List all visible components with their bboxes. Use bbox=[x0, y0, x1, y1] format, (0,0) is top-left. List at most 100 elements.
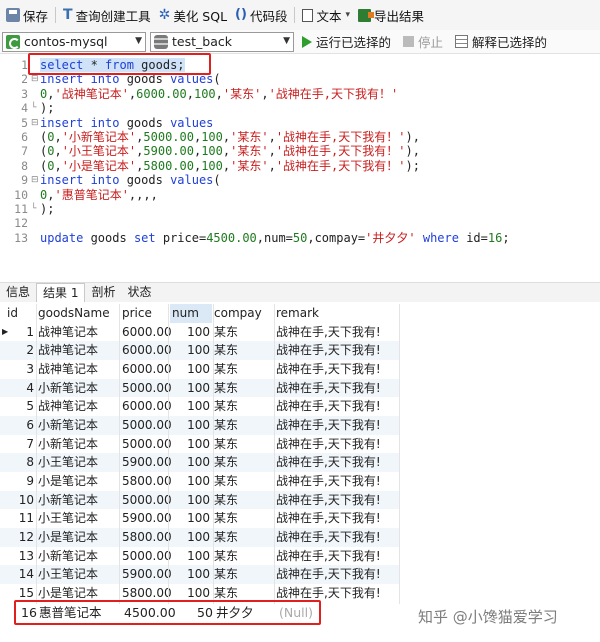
column-header-compay[interactable]: compay bbox=[214, 304, 262, 323]
code-line[interactable]: (0,'小是笔记本',5800.00,100,'某东','战神在手,天下我有！'… bbox=[40, 159, 420, 173]
cell-id: 12 bbox=[0, 528, 34, 547]
code-line[interactable]: 0,'战神笔记本',6000.00,100,'某东','战神在手,天下我有！' bbox=[40, 87, 398, 101]
code-snippet-button[interactable]: () 代码段 bbox=[231, 3, 291, 27]
cell-goodsname: 小新笔记本 bbox=[38, 435, 98, 454]
sql-token: ,num= bbox=[257, 231, 293, 245]
code-line[interactable]: 0,'惠普笔记本',,,, bbox=[40, 188, 158, 202]
line-number: 13 bbox=[0, 231, 28, 245]
table-row[interactable]: 10小新笔记本5000.00100某东战神在手,天下我有! bbox=[0, 491, 400, 510]
cell-compay: 某东 bbox=[214, 453, 238, 472]
line-number: 2 bbox=[0, 72, 28, 86]
run-selected-button[interactable]: 运行已选择的 bbox=[298, 32, 395, 51]
cell-compay: 某东 bbox=[214, 416, 238, 435]
cell-remark: 战神在手,天下我有! bbox=[276, 509, 381, 528]
code-line[interactable]: (0,'小王笔记本',5900.00,100,'某东','战神在手,天下我有！'… bbox=[40, 144, 420, 158]
sql-number: 100 bbox=[201, 144, 223, 158]
database-select[interactable]: test_back ▼ bbox=[150, 32, 294, 52]
column-header-goodsname[interactable]: goodsName bbox=[38, 304, 110, 323]
code-line[interactable]: ); bbox=[40, 101, 54, 115]
explain-selected-button[interactable]: 解释已选择的 bbox=[451, 32, 551, 51]
cell-id: 11 bbox=[0, 509, 34, 528]
cell-compay: 某东 bbox=[214, 435, 238, 454]
cell-remark: 战神在手,天下我有! bbox=[276, 472, 381, 491]
code-line[interactable]: (0,'小新笔记本',5000.00,100,'某东','战神在手,天下我有！'… bbox=[40, 130, 420, 144]
tab-1[interactable]: 结果 1 bbox=[36, 283, 85, 302]
sql-token: ( bbox=[213, 72, 220, 86]
sql-token: ( bbox=[213, 173, 220, 187]
sql-editor[interactable]: 1select * from goods;2⊟insert into goods… bbox=[0, 55, 600, 280]
table-row[interactable]: ▶1战神笔记本6000.00100某东战神在手,天下我有! bbox=[0, 323, 400, 342]
cell-goodsname: 小新笔记本 bbox=[38, 491, 98, 510]
cell-remark: 战神在手,天下我有! bbox=[276, 360, 381, 379]
cell-goodsname: 小是笔记本 bbox=[38, 472, 98, 491]
table-row[interactable]: 4小新笔记本5000.00100某东战神在手,天下我有! bbox=[0, 379, 400, 398]
cell-remark: 战神在手,天下我有! bbox=[276, 416, 381, 435]
sql-number: 50 bbox=[293, 231, 307, 245]
table-row[interactable]: 8小王笔记本5900.00100某东战神在手,天下我有! bbox=[0, 453, 400, 472]
main-toolbar: 保存 T 查询创建工具 ✲ 美化 SQL () 代码段 文本 ▾ 导出结果 bbox=[0, 0, 600, 30]
cell-id: 1 bbox=[0, 323, 34, 342]
export-results-button[interactable]: 导出结果 bbox=[354, 3, 428, 27]
sql-string: '战神在手,天下我有！' bbox=[276, 144, 406, 158]
code-line[interactable]: update goods set price=4500.00,num=50,co… bbox=[40, 231, 510, 245]
save-button[interactable]: 保存 bbox=[2, 3, 52, 27]
table-row[interactable]: 14小王笔记本5900.00100某东战神在手,天下我有! bbox=[0, 565, 400, 584]
connection-bar: contos-mysql ▼ test_back ▼ 运行已选择的 停止 解释已… bbox=[0, 30, 600, 54]
table-row[interactable]: 2战神笔记本6000.00100某东战神在手,天下我有! bbox=[0, 341, 400, 360]
cell-remark: 战神在手,天下我有! bbox=[276, 435, 381, 454]
cell-compay: 某东 bbox=[214, 547, 238, 566]
cell-remark: 战神在手,天下我有! bbox=[276, 341, 381, 360]
sql-token: ); bbox=[40, 202, 54, 216]
code-line[interactable]: ); bbox=[40, 202, 54, 216]
fold-toggle-icon[interactable]: ⊟ bbox=[31, 116, 39, 130]
sql-number: 16 bbox=[488, 231, 502, 245]
sql-string: '战神在手,天下我有！' bbox=[276, 130, 406, 144]
query-builder-button[interactable]: T 查询创建工具 bbox=[59, 3, 155, 27]
cell-remark: 战神在手,天下我有! bbox=[276, 397, 381, 416]
sql-token: id= bbox=[459, 231, 488, 245]
cell-goodsname: 战神笔记本 bbox=[38, 397, 98, 416]
text-mode-button[interactable]: 文本 ▾ bbox=[298, 3, 354, 27]
sql-number: 4500.00 bbox=[206, 231, 257, 245]
column-header-id[interactable]: id bbox=[7, 304, 18, 323]
table-row[interactable]: 7小新笔记本5000.00100某东战神在手,天下我有! bbox=[0, 435, 400, 454]
connection-select[interactable]: contos-mysql ▼ bbox=[2, 32, 146, 52]
code-line[interactable]: insert into goods values( bbox=[40, 173, 221, 187]
stop-icon bbox=[403, 36, 414, 47]
table-row[interactable]: 13小新笔记本5000.00100某东战神在手,天下我有! bbox=[0, 547, 400, 566]
column-header-price[interactable]: price bbox=[122, 304, 152, 323]
sql-string: '小王笔记本' bbox=[62, 144, 136, 158]
highlight-box-select-statement bbox=[28, 53, 211, 75]
code-line[interactable]: insert into goods values bbox=[40, 116, 213, 130]
sql-number: 100 bbox=[194, 87, 216, 101]
table-row[interactable]: 12小是笔记本5800.00100某东战神在手,天下我有! bbox=[0, 528, 400, 547]
line-number: 6 bbox=[0, 130, 28, 144]
table-row[interactable]: 11小王笔记本5900.00100某东战神在手,天下我有! bbox=[0, 509, 400, 528]
table-row[interactable]: 9小是笔记本5800.00100某东战神在手,天下我有! bbox=[0, 472, 400, 491]
fold-toggle-icon[interactable]: ⊟ bbox=[31, 173, 39, 187]
cell-compay: 某东 bbox=[214, 360, 238, 379]
export-icon bbox=[358, 9, 371, 22]
tab-0[interactable]: 信息 bbox=[0, 283, 36, 302]
line-number: 7 bbox=[0, 144, 28, 158]
fold-end-marker: └ bbox=[31, 202, 39, 216]
sql-token: goods bbox=[119, 173, 170, 187]
column-header-num[interactable]: num bbox=[170, 304, 212, 323]
sql-token: goods bbox=[83, 231, 134, 245]
line-number: 4 bbox=[0, 101, 28, 115]
table-row[interactable]: 3战神笔记本6000.00100某东战神在手,天下我有! bbox=[0, 360, 400, 379]
run-selected-label: 运行已选择的 bbox=[316, 32, 391, 51]
database-name: test_back bbox=[172, 34, 232, 49]
cell-id: 6 bbox=[0, 416, 34, 435]
tab-2[interactable]: 剖析 bbox=[85, 283, 121, 302]
beautify-sql-button[interactable]: ✲ 美化 SQL bbox=[155, 3, 231, 27]
table-row[interactable]: 5战神笔记本6000.00100某东战神在手,天下我有! bbox=[0, 397, 400, 416]
column-header-remark[interactable]: remark bbox=[276, 304, 319, 323]
tab-3[interactable]: 状态 bbox=[121, 283, 157, 302]
sql-token: ,,,, bbox=[129, 188, 158, 202]
table-row[interactable]: 6小新笔记本5000.00100某东战神在手,天下我有! bbox=[0, 416, 400, 435]
sql-token: , bbox=[269, 144, 276, 158]
cell-id: 8 bbox=[0, 453, 34, 472]
stop-button[interactable]: 停止 bbox=[399, 32, 447, 51]
database-icon bbox=[154, 35, 168, 49]
